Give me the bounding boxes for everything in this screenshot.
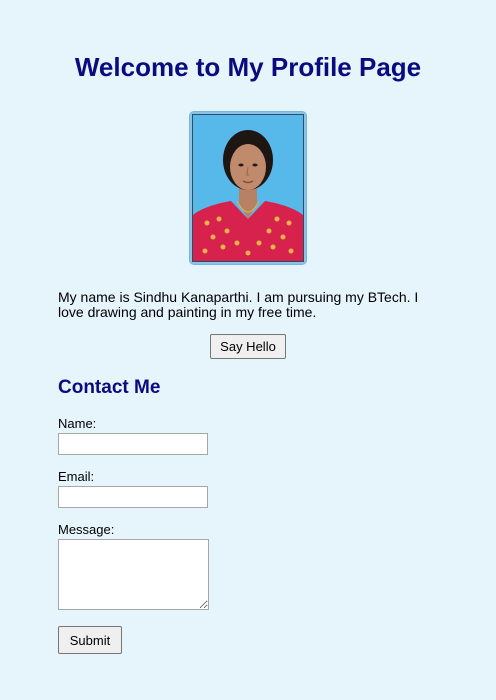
profile-photo-icon [193, 115, 303, 261]
name-label: Name: [58, 416, 97, 431]
email-label: Email: [58, 469, 95, 484]
page-title: Welcome to My Profile Page [74, 52, 422, 82]
submit-button[interactable]: Submit [58, 626, 122, 654]
contact-heading: Contact Me [58, 377, 161, 398]
message-label: Message: [58, 522, 115, 537]
message-field[interactable] [58, 539, 209, 610]
email-field[interactable] [58, 486, 208, 508]
profile-photo [192, 114, 304, 262]
say-hello-button[interactable]: Say Hello [210, 334, 286, 359]
profile-bio: My name is Sindhu Kanaparthi. I am pursu… [58, 289, 419, 320]
name-field[interactable] [58, 433, 208, 455]
profile-photo-frame [190, 112, 306, 264]
